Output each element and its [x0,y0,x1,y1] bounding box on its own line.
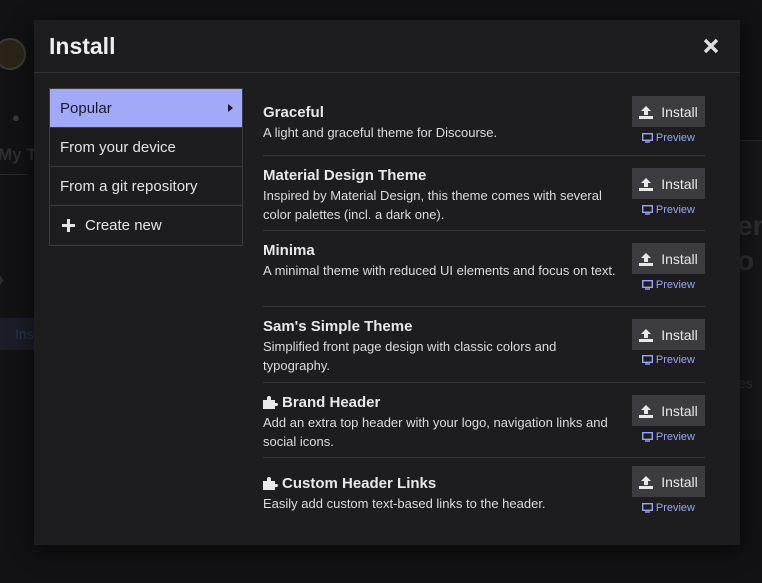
theme-description: Add an extra top header with your logo, … [263,415,608,449]
theme-description: Easily add custom text-based links to th… [263,496,546,511]
upload-icon [639,475,654,489]
theme-item: Sam's Simple Theme Simplified front page… [263,307,705,383]
theme-description: A light and graceful theme for Discourse… [263,125,498,140]
upload-icon [639,404,654,418]
preview-label: Preview [655,204,695,216]
install-label: Install [661,326,698,343]
nav-item-label: From your device [60,138,176,156]
desktop-icon [641,432,653,442]
theme-name: Sam's Simple Theme [263,318,413,335]
puzzle-icon [263,396,278,409]
caret-right-icon [228,104,233,112]
theme-item: Minima A minimal theme with reduced UI e… [263,231,705,307]
theme-description: Inspired by Material Design, this theme … [263,188,602,222]
upload-icon [639,252,654,266]
theme-name: Material Design Theme [263,167,427,184]
close-icon [703,38,719,54]
nav-item-popular[interactable]: Popular [50,89,242,128]
background-heading: My T [0,145,37,164]
preview-link[interactable]: Preview [641,204,695,216]
install-button[interactable]: Install [632,319,705,350]
close-button[interactable] [702,32,726,58]
theme-name: Custom Header Links [282,475,437,492]
puzzle-icon [263,477,278,490]
theme-name: Minima [263,242,315,259]
theme-name: Brand Header [282,394,381,411]
modal-header: Install [34,20,740,73]
theme-item: Brand Header Add an extra top header wit… [263,383,705,458]
upload-icon [639,177,654,191]
upload-icon [639,328,654,342]
avatar [0,38,26,70]
install-label: Install [661,402,698,419]
desktop-icon [641,280,653,290]
desktop-icon [641,133,653,143]
theme-description: A minimal theme with reduced UI elements… [263,263,616,278]
preview-label: Preview [655,132,695,144]
install-button[interactable]: Install [632,395,705,426]
preview-label: Preview [655,354,695,366]
theme-item: Material Design Theme Inspired by Materi… [263,156,705,231]
install-label: Install [661,103,698,120]
theme-item: Custom Header Links Easily add custom te… [263,458,705,528]
nav-item-label: From a git repository [60,177,198,195]
install-modal: Install Popular From your device From a … [34,20,740,545]
theme-name-row: Brand Header [263,394,623,411]
theme-item: Graceful A light and graceful theme for … [263,88,705,156]
preview-link[interactable]: Preview [641,132,695,144]
preview-link[interactable]: Preview [641,279,695,291]
nav-item-label: Popular [60,99,112,117]
install-button[interactable]: Install [632,168,705,199]
desktop-icon [641,355,653,365]
install-label: Install [661,175,698,192]
background-text: es [738,375,753,391]
puzzle-icon: ♦ [0,272,5,289]
preview-link[interactable]: Preview [641,354,695,366]
install-label: Install [661,250,698,267]
preview-label: Preview [655,431,695,443]
nav-item-from-device[interactable]: From your device [50,128,242,167]
preview-label: Preview [655,502,695,514]
nav-item-label: Create new [85,217,162,234]
install-label: Install [661,473,698,490]
modal-title: Install [49,33,116,59]
theme-name: Graceful [263,104,324,121]
divider [0,174,28,175]
preview-link[interactable]: Preview [641,502,695,514]
plus-icon [62,219,75,232]
nav-item-create-new[interactable]: Create new [50,206,242,245]
desktop-icon [641,503,653,513]
install-button[interactable]: Install [632,96,705,127]
upload-icon [639,105,654,119]
theme-list: Graceful A light and graceful theme for … [263,88,705,528]
install-button[interactable]: Install [632,243,705,274]
nav-item-git-repository[interactable]: From a git repository [50,167,242,206]
user-icon: ● [12,110,20,125]
desktop-icon [641,205,653,215]
theme-description: Simplified front page design with classi… [263,339,557,373]
preview-link[interactable]: Preview [641,431,695,443]
preview-label: Preview [655,279,695,291]
theme-name-row: Custom Header Links [263,475,623,492]
background-text: en [737,210,762,241]
install-source-nav: Popular From your device From a git repo… [49,88,243,246]
install-button[interactable]: Install [632,466,705,497]
